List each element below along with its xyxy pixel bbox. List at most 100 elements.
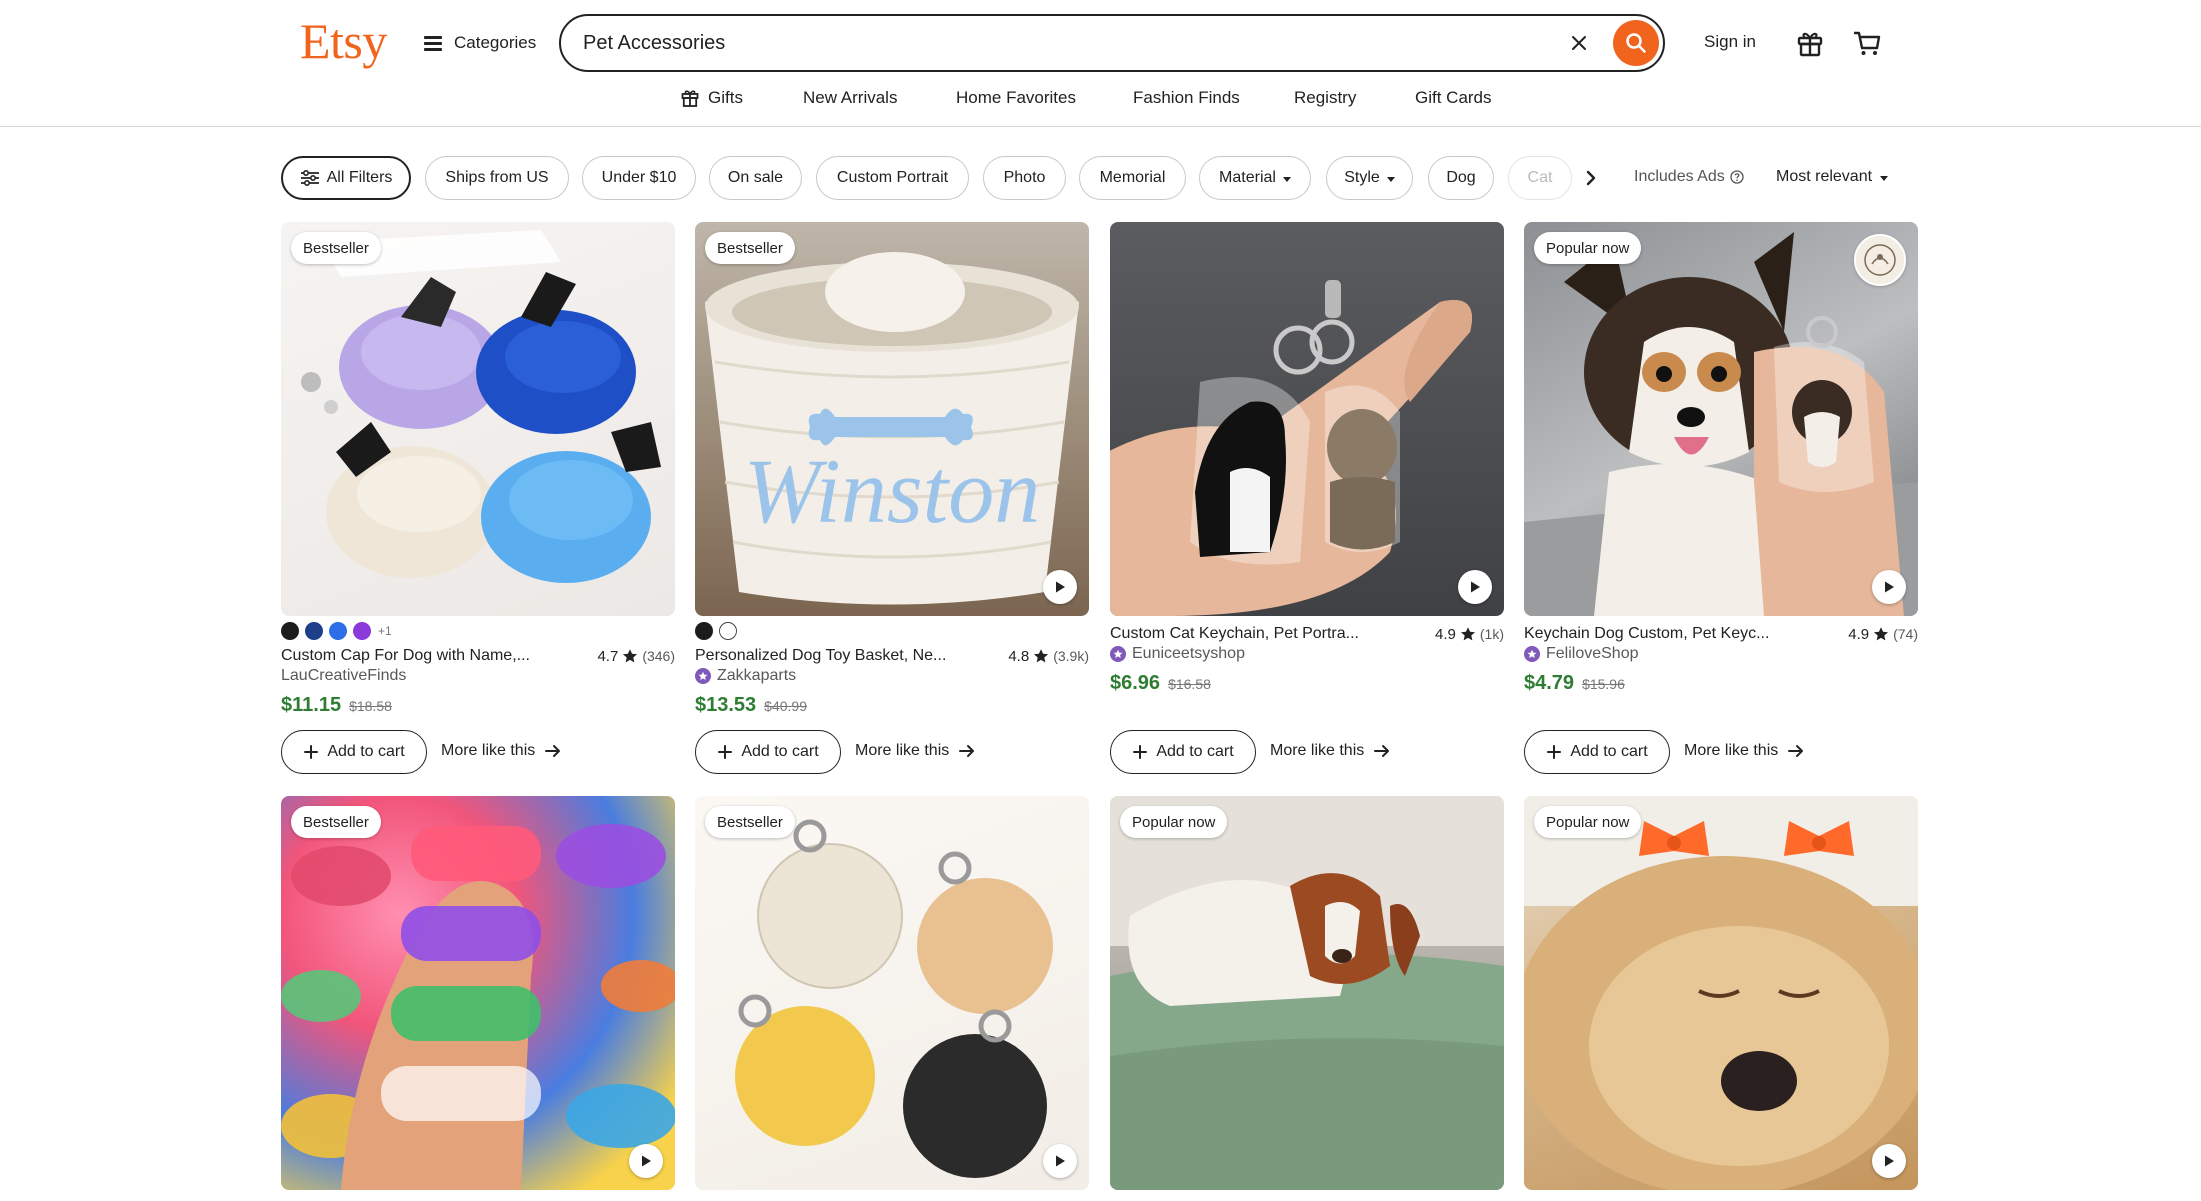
product-image[interactable]: Popular now [1110,796,1504,1190]
product-image[interactable]: Bestseller [695,796,1089,1190]
more-like-this-link[interactable]: More like this [441,742,561,760]
color-swatch[interactable] [695,622,713,640]
arrow-right-icon [1788,745,1804,757]
more-like-this-link[interactable]: More like this [855,742,975,760]
filter-on-sale[interactable]: On sale [709,156,802,200]
subnav-fashion-finds[interactable]: Fashion Finds [1133,88,1240,108]
search-input[interactable] [583,16,1483,70]
plus-icon [1547,745,1562,759]
add-to-cart-button[interactable]: Add to cart [1110,730,1256,774]
cart-icon[interactable] [1850,26,1884,60]
popular-now-badge: Popular now [1534,806,1642,838]
secondary-nav: Gifts New Arrivals Home Favorites Fashio… [0,88,2201,112]
product-image[interactable]: Bestseller [281,796,675,1190]
play-video-icon[interactable] [1043,570,1077,604]
product-image[interactable]: Bestseller [281,222,675,616]
color-swatch[interactable] [281,622,299,640]
title-row: Personalized Dog Toy Basket, Ne... 4.8 (… [695,645,1089,667]
pill-label: Memorial [1099,169,1166,186]
pill-label: Dog [1446,169,1476,186]
color-swatch[interactable] [719,622,737,640]
product-image[interactable] [1110,222,1504,616]
add-to-cart-button[interactable]: Add to cart [695,730,841,774]
filter-style-dropdown[interactable]: Style [1326,156,1413,200]
product-image[interactable]: Popular now [1524,222,1918,616]
add-to-cart-label: Add to cart [1570,743,1648,760]
chevron-right-icon[interactable] [1579,166,1603,190]
shop-name[interactable]: Zakkaparts [695,667,796,685]
review-count: (346) [642,648,675,664]
sale-price: $13.53 [695,694,757,716]
play-video-icon[interactable] [629,1144,663,1178]
filter-photo[interactable]: Photo [983,156,1066,200]
price-row: $13.53 $40.99 [695,694,807,717]
rating: 4.8 (3.9k) [1008,648,1089,665]
more-like-this-label: More like this [441,742,536,759]
color-swatch[interactable] [305,622,323,640]
filter-ships-from-us[interactable]: Ships from US [425,156,569,200]
arrow-right-icon [959,745,975,757]
gift-icon[interactable] [1793,26,1827,60]
play-video-icon[interactable] [1872,570,1906,604]
review-count: (3.9k) [1053,648,1089,664]
shop-name-label: FeliloveShop [1546,645,1639,662]
add-to-cart-button[interactable]: Add to cart [1524,730,1670,774]
rating-value: 4.7 [597,647,619,665]
title-row: Custom Cap For Dog with Name,... 4.7 (34… [281,645,675,667]
etsy-logo[interactable]: Etsy [300,12,387,70]
more-like-this-link[interactable]: More like this [1270,742,1390,760]
star-icon [623,649,638,663]
search-button[interactable] [1613,20,1659,66]
product-card: Popular now [1524,796,1918,1190]
clear-search-icon[interactable] [1565,29,1593,57]
filter-cat[interactable]: Cat [1508,156,1572,200]
product-image[interactable]: Winston Bestseller [695,222,1089,616]
pill-label: On sale [727,169,784,186]
add-to-cart-label: Add to cart [1156,743,1234,760]
rating-value: 4.9 [1848,625,1870,643]
filter-custom-portrait[interactable]: Custom Portrait [816,156,969,200]
color-swatch[interactable] [329,622,347,640]
shop-name[interactable]: Euniceetsyshop [1110,645,1245,663]
more-like-this-link[interactable]: More like this [1684,742,1804,760]
rating: 4.7 (346) [597,648,675,665]
help-icon[interactable] [1730,170,1744,184]
product-title[interactable]: Custom Cap For Dog with Name,... [281,647,530,665]
sign-in-link[interactable]: Sign in [1704,32,1756,52]
filter-dog[interactable]: Dog [1428,156,1494,200]
product-card: Winston Bestseller Personalized Dog Toy … [695,222,1089,774]
original-price: $15.96 [1582,676,1625,692]
more-like-this-label: More like this [855,742,950,759]
filter-memorial[interactable]: Memorial [1079,156,1186,200]
play-video-icon[interactable] [1043,1144,1077,1178]
title-row: Custom Cat Keychain, Pet Portra... 4.9 (… [1110,623,1504,645]
add-to-cart-button[interactable]: Add to cart [281,730,427,774]
color-swatch[interactable] [353,622,371,640]
search-bar [559,14,1665,72]
play-video-icon[interactable] [1458,570,1492,604]
product-title[interactable]: Personalized Dog Toy Basket, Ne... [695,647,946,665]
filter-under-10[interactable]: Under $10 [582,156,696,200]
categories-menu-button[interactable]: Categories [424,28,536,58]
subnav-label: Registry [1294,88,1357,107]
original-price: $40.99 [764,698,807,714]
subnav-gifts[interactable]: Gifts [680,88,743,108]
play-video-icon[interactable] [1872,1144,1906,1178]
all-filters-button[interactable]: All Filters [281,156,411,200]
subnav-gift-cards[interactable]: Gift Cards [1415,88,1492,108]
product-image[interactable]: Popular now [1524,796,1918,1190]
shop-name-label: LauCreativeFinds [281,667,407,684]
caret-down-icon [1386,176,1395,182]
subnav-label: Gift Cards [1415,88,1492,107]
review-count: (1k) [1479,626,1504,642]
subnav-home-favorites[interactable]: Home Favorites [956,88,1076,108]
shop-name[interactable]: LauCreativeFinds [281,667,406,685]
shop-name[interactable]: FeliloveShop [1524,645,1639,663]
subnav-new-arrivals[interactable]: New Arrivals [803,88,897,108]
product-title[interactable]: Keychain Dog Custom, Pet Keyc... [1524,625,1769,643]
filter-bar: All Filters Ships from US Under $10 On s… [0,156,2201,202]
filter-material-dropdown[interactable]: Material [1199,156,1311,200]
subnav-registry[interactable]: Registry [1294,88,1356,108]
sort-dropdown[interactable]: Most relevant [1776,168,1889,186]
product-title[interactable]: Custom Cat Keychain, Pet Portra... [1110,625,1359,643]
